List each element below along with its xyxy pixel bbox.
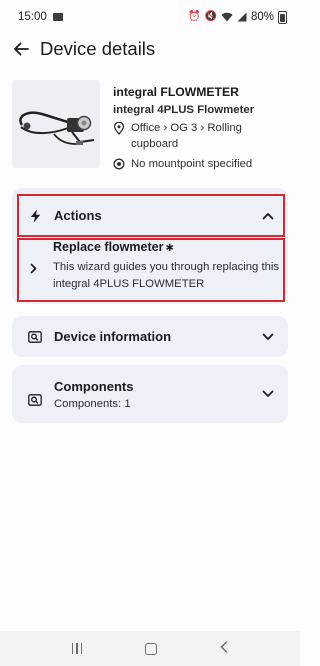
home-button[interactable] <box>145 642 158 655</box>
components-count: Components: 1 <box>54 398 131 410</box>
arrow-back-icon <box>14 42 29 56</box>
device-mountpoint-row: No mountpoint specified <box>113 156 281 172</box>
system-nav-bar <box>0 631 300 666</box>
battery-percent: 80% <box>250 11 274 23</box>
mute-icon: 🔇 <box>204 11 217 22</box>
back-button[interactable] <box>6 34 36 64</box>
device-information-header: Device information <box>12 316 288 357</box>
info-search-icon <box>26 330 44 343</box>
chevron-down-icon <box>262 333 274 341</box>
mountpoint-icon <box>113 156 127 172</box>
components-search-icon <box>26 394 44 406</box>
components-panel[interactable]: Components Components: 1 <box>12 365 288 423</box>
back-nav-button[interactable] <box>220 640 228 658</box>
device-summary: integral FLOWMETER integral 4PLUS Flowme… <box>12 80 288 172</box>
wifi-icon <box>221 12 233 22</box>
device-information-label: Device information <box>54 329 172 344</box>
device-info-text: integral FLOWMETER integral 4PLUS Flowme… <box>113 80 281 172</box>
device-location-row: Office › OG 3 › Rolling cupboard <box>113 120 281 152</box>
device-information-panel[interactable]: Device information <box>12 316 288 357</box>
components-header: Components <box>12 377 288 406</box>
device-image <box>12 80 100 168</box>
app-bar: Device details <box>0 34 300 64</box>
alarm-icon: ⏰ <box>188 11 201 22</box>
recents-button[interactable] <box>71 643 83 654</box>
location-pin-icon <box>113 120 127 136</box>
status-bar: 15:00 ⏰ 🔇 80% <box>0 0 300 34</box>
battery-icon <box>278 10 287 24</box>
page-title: Device details <box>40 38 156 59</box>
highlight-wizard-item <box>17 238 285 302</box>
flowmeter-illustration <box>19 111 95 145</box>
status-time: 15:00 <box>18 11 47 23</box>
device-mountpoint: No mountpoint specified <box>131 158 253 170</box>
chevron-left-icon <box>220 640 228 653</box>
chevron-down-icon <box>262 390 274 398</box>
signal-icon <box>237 12 247 22</box>
device-name: integral FLOWMETER <box>113 85 239 99</box>
gallery-notification-icon <box>52 13 63 21</box>
components-label: Components <box>54 378 134 394</box>
highlight-actions-header <box>17 194 285 237</box>
device-location: Office › OG 3 › Rolling cupboard <box>131 122 242 150</box>
device-model: integral 4PLUS Flowmeter <box>113 104 255 116</box>
